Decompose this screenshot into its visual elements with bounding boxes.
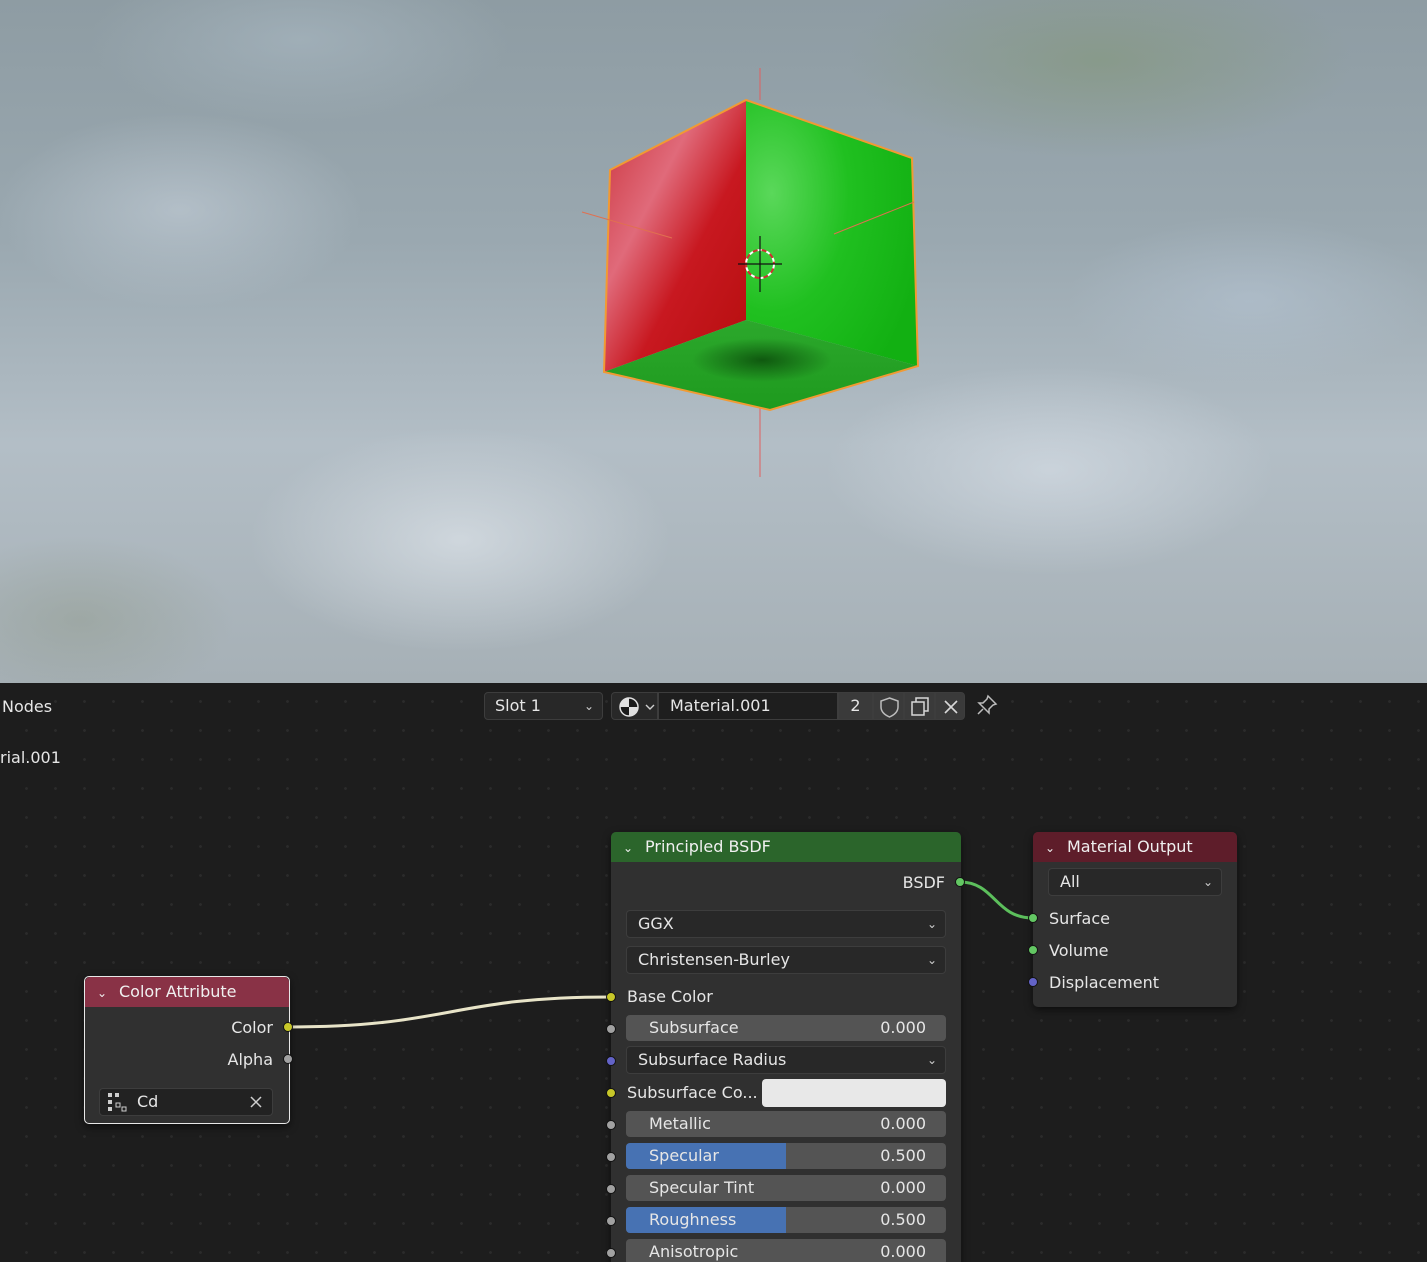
displacement-input-label: Displacement [1049,973,1159,992]
collapse-chevron-icon[interactable]: ⌄ [623,834,637,863]
base-color-socket[interactable] [606,992,616,1002]
duplicate-material-button[interactable] [904,692,935,720]
color-output-socket[interactable] [283,1022,293,1032]
anisotropic-slider[interactable]: Anisotropic 0.000 [626,1239,946,1262]
specular-tint-socket[interactable] [606,1184,616,1194]
surface-input-label: Surface [1049,909,1110,928]
attribute-name-field[interactable]: Cd [99,1088,273,1116]
chevron-down-icon: ⌄ [926,1053,937,1067]
material-name-field[interactable]: Material.001 [658,692,838,720]
chevron-down-icon: ⌄ [926,917,937,931]
output-target-value: All [1060,872,1080,891]
specular-tint-label: Specular Tint [649,1178,755,1197]
roughness-socket[interactable] [606,1216,616,1226]
roughness-value: 0.500 [880,1210,926,1229]
chevron-down-icon: ⌄ [583,699,594,713]
anisotropic-socket[interactable] [606,1248,616,1258]
link-bsdf-to-surface [959,880,1034,920]
cube-shadow [692,338,832,382]
material-sphere-icon [619,697,639,717]
node-title: Color Attribute [119,982,237,1001]
material-output-node[interactable]: ⌄ Material Output All ⌄ Surface Volume Di… [1033,832,1237,1007]
specular-label: Specular [649,1146,719,1165]
duplicate-icon [911,697,929,716]
editor-type-label[interactable]: Nodes [2,697,52,716]
anisotropic-label: Anisotropic [649,1242,739,1261]
node-title: Principled BSDF [645,837,771,856]
subsurface-color-swatch[interactable] [762,1079,946,1107]
clear-attribute-icon[interactable] [248,1094,264,1110]
subsurface-label: Subsurface [649,1018,739,1037]
alpha-output-socket[interactable] [283,1054,293,1064]
attribute-name-value: Cd [137,1092,159,1111]
output-target-dropdown[interactable]: All ⌄ [1048,868,1222,896]
slot-label: Slot 1 [495,696,541,715]
viewport-scene [581,68,920,477]
alpha-output-label: Alpha [227,1050,274,1069]
collapse-chevron-icon[interactable]: ⌄ [1045,834,1059,863]
node-tree-breadcrumb: rial.001 [0,748,61,767]
subsurface-radius-dropdown[interactable]: Subsurface Radius ⌄ [626,1046,946,1074]
subsurface-slider[interactable]: Subsurface 0.000 [626,1015,946,1041]
attribute-icon [108,1093,127,1112]
shader-node-editor[interactable]: Nodes rial.001 Slot 1 ⌄ Material.001 2 ⌄… [0,683,1427,1262]
bsdf-output-socket[interactable] [955,877,965,887]
principled-bsdf-node-header[interactable]: ⌄ Principled BSDF [611,832,961,862]
chevron-down-icon: ⌄ [1202,875,1213,889]
specular-value: 0.500 [880,1146,926,1165]
material-user-count[interactable]: 2 [838,692,873,720]
displacement-input-socket[interactable] [1028,977,1038,987]
node-title: Material Output [1067,837,1193,856]
roughness-label: Roughness [649,1210,737,1229]
subsurface-method-dropdown[interactable]: Christensen-Burley ⌄ [626,946,946,974]
subsurface-radius-label: Subsurface Radius [638,1050,787,1069]
material-output-node-header[interactable]: ⌄ Material Output [1033,832,1237,862]
subsurface-color-socket[interactable] [606,1088,616,1098]
color-attribute-node-header[interactable]: ⌄ Color Attribute [85,977,289,1007]
subsurface-method-value: Christensen-Burley [638,950,790,969]
material-browse-button[interactable] [611,692,658,720]
metallic-value: 0.000 [880,1114,926,1133]
collapse-chevron-icon[interactable]: ⌄ [97,979,111,1008]
unlink-material-button[interactable] [935,692,965,720]
anisotropic-value: 0.000 [880,1242,926,1261]
specular-slider[interactable]: Specular 0.500 [626,1143,946,1169]
specular-socket[interactable] [606,1152,616,1162]
specular-tint-slider[interactable]: Specular Tint 0.000 [626,1175,946,1201]
subsurface-color-label: Subsurface Co... [627,1083,758,1102]
chevron-down-icon [645,704,655,710]
color-output-label: Color [231,1018,273,1037]
fake-user-button[interactable] [873,692,904,720]
volume-input-label: Volume [1049,941,1109,960]
subsurface-radius-socket[interactable] [606,1056,616,1066]
subsurface-socket[interactable] [606,1024,616,1034]
close-icon [944,700,958,714]
metallic-slider[interactable]: Metallic 0.000 [626,1111,946,1137]
specular-tint-value: 0.000 [880,1178,926,1197]
link-color-to-base-color [287,995,612,1029]
material-datablock: Material.001 2 [611,692,965,720]
subsurface-value: 0.000 [880,1018,926,1037]
volume-input-socket[interactable] [1028,945,1038,955]
bsdf-output-label: BSDF [902,873,945,892]
pin-icon[interactable] [975,693,999,717]
distribution-value: GGX [638,914,674,933]
roughness-slider[interactable]: Roughness 0.500 [626,1207,946,1233]
chevron-down-icon: ⌄ [926,953,937,967]
distribution-dropdown[interactable]: GGX ⌄ [626,910,946,938]
cube-right-face[interactable] [746,100,918,366]
metallic-label: Metallic [649,1114,711,1133]
color-attribute-node[interactable]: ⌄ Color Attribute Color Alpha Cd [84,976,290,1124]
surface-input-socket[interactable] [1028,913,1038,923]
metallic-socket[interactable] [606,1120,616,1130]
3d-viewport[interactable] [0,0,1427,683]
base-color-label: Base Color [627,987,713,1006]
shield-icon [880,697,899,718]
principled-bsdf-node[interactable]: ⌄ Principled BSDF BSDF GGX ⌄ Christensen-… [611,832,961,1262]
material-slot-dropdown[interactable]: Slot 1 ⌄ [484,692,603,720]
